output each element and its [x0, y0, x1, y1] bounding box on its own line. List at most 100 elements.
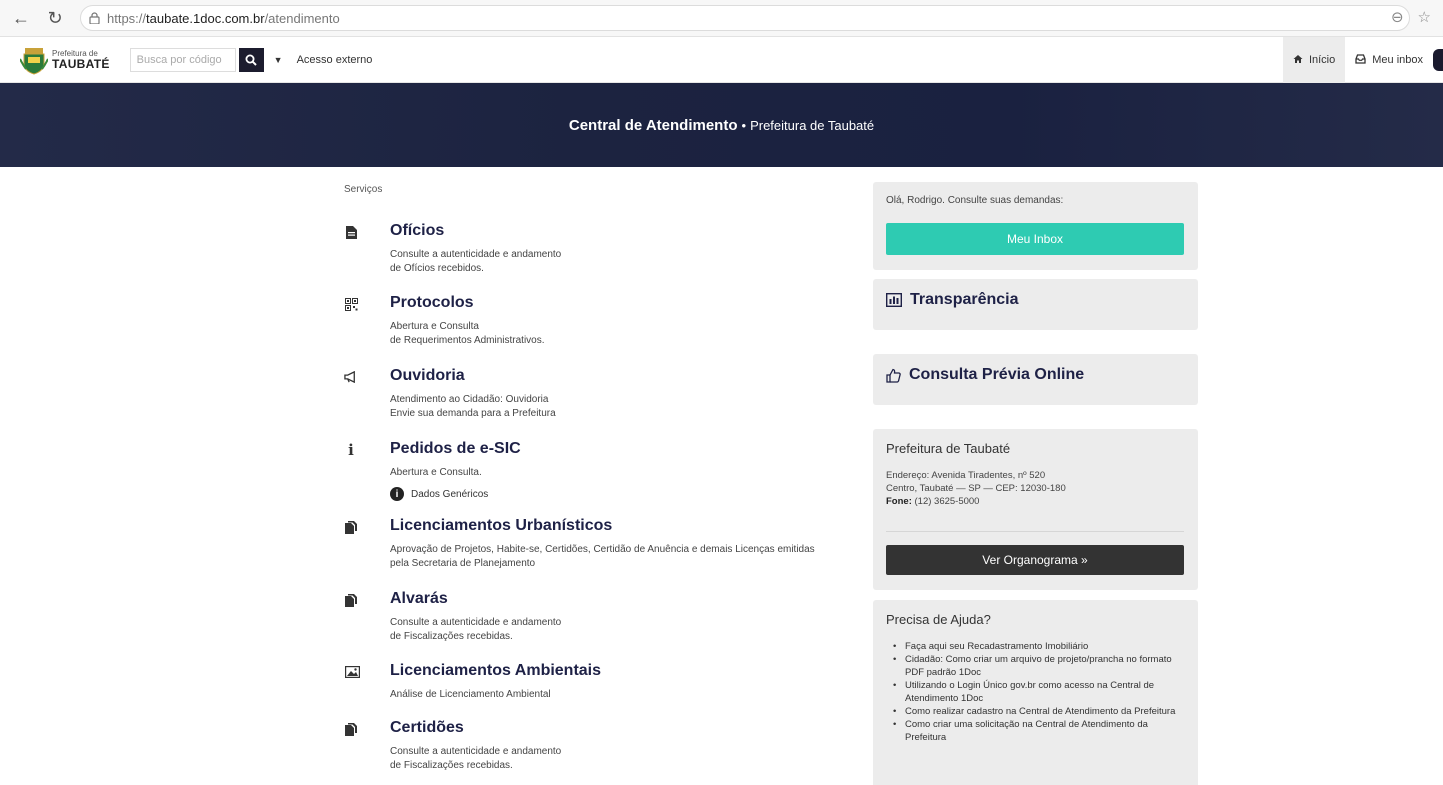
banner-title: Central de Atendimento	[568, 116, 738, 134]
logo-big-text: TAUBATÉ	[52, 56, 110, 71]
consulta-previa-card[interactable]: Consulta Prévia Online	[873, 354, 1198, 405]
service-desc-line: Envie sua demanda para a Prefeitura	[390, 408, 556, 419]
phone-value: (12) 3625-5000	[914, 496, 980, 507]
city-crest-icon	[20, 47, 48, 75]
meu-inbox-button[interactable]: Meu Inbox	[886, 223, 1184, 255]
hero-banner: Central de Atendimento • Prefeitura de T…	[0, 83, 1443, 167]
lock-icon	[81, 12, 107, 24]
help-link[interactable]: Utilizando o Login Único gov.br como ace…	[891, 679, 1191, 705]
service-desc-line: Atendimento ao Cidadão: Ouvidoria	[390, 394, 549, 405]
transparencia-card[interactable]: Transparência	[873, 279, 1198, 330]
divider	[886, 531, 1184, 532]
service-desc-line: Consulte a autenticidade e andamento	[390, 617, 562, 628]
help-links: Faça aqui seu Recadastramento Imobiliári…	[891, 640, 1191, 744]
service-desc-line: de Fiscalizações recebidas.	[390, 631, 513, 642]
banner-separator: •	[741, 117, 747, 133]
prefeitura-info-card: Prefeitura de Taubaté Endereço: Avenida …	[873, 429, 1198, 590]
services-list: Serviços Ofícios Consulte a autenticidad…	[344, 184, 844, 771]
service-title[interactable]: Alvarás	[390, 590, 448, 608]
service-description: Consulte a autenticidade e andamento de …	[390, 616, 850, 644]
service-desc-line: Análise de Licenciamento Ambiental	[390, 689, 551, 700]
service-desc-line: pela Secretaria de Planejamento	[390, 558, 536, 569]
user-card: Olá, Rodrigo. Consulte suas demandas: Me…	[873, 182, 1198, 270]
info-circle-icon: i	[390, 487, 404, 501]
url-path: /atendimento	[264, 10, 340, 26]
service-description: Atendimento ao Cidadão: Ouvidoria Envie …	[390, 393, 850, 421]
documents-icon	[344, 592, 358, 608]
star-icon[interactable]: ☆	[1418, 8, 1431, 26]
service-description: Análise de Licenciamento Ambiental	[390, 688, 850, 702]
document-icon	[344, 224, 358, 240]
dados-genericos-link[interactable]: i Dados Genéricos	[390, 487, 488, 501]
app-navbar: Prefeitura de TAUBATÉ ▼ Acesso externo I…	[0, 37, 1443, 83]
banner-subtitle: Prefeitura de Taubaté	[750, 117, 875, 133]
address-line: Endereço: Avenida Tiradentes, nº 520	[886, 470, 1046, 481]
service-description: Abertura e Consulta de Requerimentos Adm…	[390, 320, 850, 348]
service-desc-line: de Ofícios recebidos.	[390, 263, 484, 274]
service-description: Consulte a autenticidade e andamento de …	[390, 248, 850, 276]
help-link[interactable]: Faça aqui seu Recadastramento Imobiliári…	[891, 640, 1191, 653]
nav-home-label: Início	[1308, 54, 1336, 66]
service-desc-line: Aprovação de Projetos, Habite-se, Certid…	[390, 544, 815, 555]
transparencia-label: Transparência	[910, 291, 1019, 308]
nav-inbox[interactable]: Meu inbox	[1345, 37, 1433, 83]
thumbs-up-icon	[886, 368, 901, 383]
search-icon	[245, 54, 257, 66]
ver-organograma-button[interactable]: Ver Organograma »	[886, 545, 1184, 575]
help-card: Precisa de Ajuda? Faça aqui seu Recadast…	[873, 600, 1198, 785]
url-host: taubate.1doc.com.br	[146, 10, 265, 26]
services-heading: Serviços	[344, 184, 383, 195]
zoom-out-icon[interactable]: ⊖	[1391, 8, 1404, 26]
logo[interactable]: Prefeitura de TAUBATÉ	[20, 45, 110, 75]
service-title[interactable]: Licenciamentos Ambientais	[390, 662, 601, 680]
browser-toolbar: ← ↻ https://taubate.1doc.com.br/atendime…	[0, 0, 1443, 37]
bar-chart-icon	[886, 293, 902, 307]
service-description: Abertura e Consulta.	[390, 466, 850, 480]
service-title[interactable]: Ofícios	[390, 222, 444, 240]
service-desc-line: de Fiscalizações recebidas.	[390, 760, 513, 771]
nav-inbox-label: Meu inbox	[1372, 54, 1423, 66]
phone-line: Fone: (12) 3625-5000	[886, 495, 1066, 508]
service-title[interactable]: Licenciamentos Urbanísticos	[390, 517, 612, 535]
help-link[interactable]: Como realizar cadastro na Central de Ate…	[891, 705, 1191, 718]
address-line: Centro, Taubaté — SP — CEP: 12030-180	[886, 483, 1066, 494]
help-heading: Precisa de Ajuda?	[886, 612, 991, 627]
image-icon	[344, 664, 360, 680]
service-desc-line: Abertura e Consulta.	[390, 467, 482, 478]
documents-icon	[344, 721, 358, 737]
phone-label: Fone:	[886, 496, 912, 507]
external-access-link[interactable]: Acesso externo	[297, 54, 373, 66]
back-arrow-icon[interactable]: ←	[8, 5, 34, 31]
greeting-text: Olá, Rodrigo. Consulte suas demandas:	[886, 195, 1064, 206]
inbox-icon	[1355, 53, 1366, 67]
dropdown-caret-icon[interactable]: ▼	[274, 55, 283, 65]
service-title[interactable]: Protocolos	[390, 294, 474, 312]
consulta-previa-title[interactable]: Consulta Prévia Online	[886, 366, 1084, 384]
url-prefix: https://	[107, 10, 147, 26]
info-icon: i	[348, 441, 354, 459]
address-block: Endereço: Avenida Tiradentes, nº 520 Cen…	[886, 469, 1066, 508]
consulta-previa-label: Consulta Prévia Online	[909, 366, 1085, 383]
megaphone-icon	[344, 369, 358, 385]
service-title[interactable]: Pedidos de e-SIC	[390, 440, 521, 458]
service-desc-line: de Requerimentos Administrativos.	[390, 335, 545, 346]
search-input[interactable]	[129, 47, 236, 72]
address-bar[interactable]: https://taubate.1doc.com.br/atendimento	[80, 5, 1410, 31]
service-title[interactable]: Ouvidoria	[390, 367, 465, 385]
service-description: Consulte a autenticidade e andamento de …	[390, 745, 850, 773]
home-icon	[1293, 54, 1303, 67]
service-title[interactable]: Certidões	[390, 719, 464, 737]
reload-icon[interactable]: ↻	[42, 5, 68, 31]
service-description: Aprovação de Projetos, Habite-se, Certid…	[390, 543, 850, 571]
help-link[interactable]: Como criar uma solicitação na Central de…	[891, 718, 1191, 744]
qrcode-icon	[344, 296, 358, 312]
search-button[interactable]	[238, 47, 264, 72]
nav-home[interactable]: Início	[1282, 37, 1346, 83]
service-desc-line: Consulte a autenticidade e andamento	[390, 746, 562, 757]
transparencia-title[interactable]: Transparência	[886, 291, 1019, 309]
service-desc-line: Abertura e Consulta	[390, 321, 479, 332]
prefeitura-heading: Prefeitura de Taubaté	[886, 441, 1011, 456]
side-panel-tab[interactable]	[1433, 49, 1443, 71]
help-link[interactable]: Cidadão: Como criar um arquivo de projet…	[891, 653, 1191, 679]
documents-icon	[344, 519, 358, 535]
